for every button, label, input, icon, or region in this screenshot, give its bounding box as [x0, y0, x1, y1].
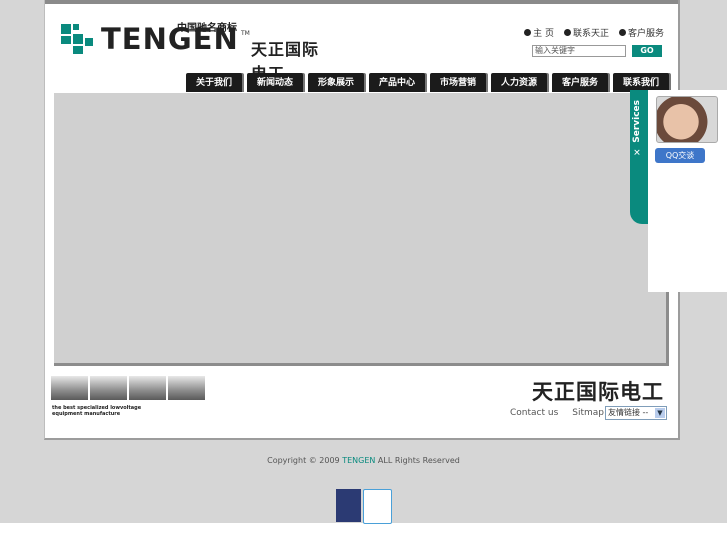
copyright-brand: TENGEN [342, 456, 376, 465]
shield-badge-icon[interactable] [363, 489, 392, 524]
friend-links-select[interactable]: 友情链接 -- ▼ [605, 406, 667, 420]
banner-area [54, 93, 669, 366]
nav-hr[interactable]: 人力资源 [491, 73, 547, 92]
qq-chat-button[interactable]: QQ交谈 [655, 148, 705, 163]
nav-about[interactable]: 关于我们 [186, 73, 242, 92]
logo-en: TENGEN [101, 22, 239, 56]
services-tab-label: ✕ Services [632, 100, 642, 156]
bullet-icon [524, 29, 532, 36]
bullet-icon [563, 29, 571, 36]
footer-links: Contact us Sitmap [510, 408, 604, 418]
nav-marketing[interactable]: 市场营销 [430, 73, 486, 92]
factory-photo [129, 376, 166, 400]
badges [336, 489, 392, 524]
services-tab[interactable]: ✕ Services [630, 90, 648, 224]
top-bar [45, 0, 678, 4]
factory-thumbnails [51, 376, 205, 400]
logo[interactable]: 中国驰名商标 TENGEN TM 天正国际电工 [61, 18, 331, 83]
copyright: Copyright © 2009 TENGEN ALL Rights Reser… [0, 456, 727, 465]
tagline: the best specialized lowvoltage equipmen… [52, 405, 142, 417]
main-page: 中国驰名商标 TENGEN TM 天正国际电工 主 页 联系天正 客户服务 输入… [44, 0, 680, 440]
top-links: 主 页 联系天正 客户服务 [524, 26, 664, 39]
nav-service[interactable]: 客户服务 [552, 73, 608, 92]
search-input[interactable]: 输入关键字 [532, 45, 626, 57]
copyright-prefix: Copyright © 2009 [267, 456, 340, 465]
bottom-strip [0, 523, 727, 545]
nav-news[interactable]: 新闻动态 [247, 73, 303, 92]
home-link[interactable]: 主 页 [524, 26, 554, 39]
services-widget: ✕ Services QQ交谈 [630, 90, 727, 292]
avatar [656, 96, 718, 143]
nav-products[interactable]: 产品中心 [369, 73, 425, 92]
service-link[interactable]: 客户服务 [618, 26, 664, 39]
factory-photo [90, 376, 127, 400]
services-panel: QQ交谈 [648, 90, 727, 292]
logo-mark-icon [61, 24, 93, 54]
factory-photo [168, 376, 205, 400]
contact-link[interactable]: 联系天正 [563, 26, 609, 39]
go-button[interactable]: GO [632, 45, 662, 57]
footer-brand: 天正国际电工 [532, 380, 664, 404]
police-badge-icon[interactable] [336, 489, 361, 522]
sitemap-link[interactable]: Sitmap [572, 408, 604, 418]
chevron-down-icon: ▼ [655, 408, 665, 418]
factory-photo [51, 376, 88, 400]
nav-image[interactable]: 形象展示 [308, 73, 364, 92]
copyright-suffix: ALL Rights Reserved [377, 456, 460, 465]
logo-tm: TM [241, 30, 250, 37]
bullet-icon [618, 29, 626, 36]
select-value: 友情链接 -- [608, 408, 649, 417]
main-nav: 关于我们 新闻动态 形象展示 产品中心 市场营销 人力资源 客户服务 联系我们 [186, 73, 669, 92]
contact-us-link[interactable]: Contact us [510, 408, 558, 418]
